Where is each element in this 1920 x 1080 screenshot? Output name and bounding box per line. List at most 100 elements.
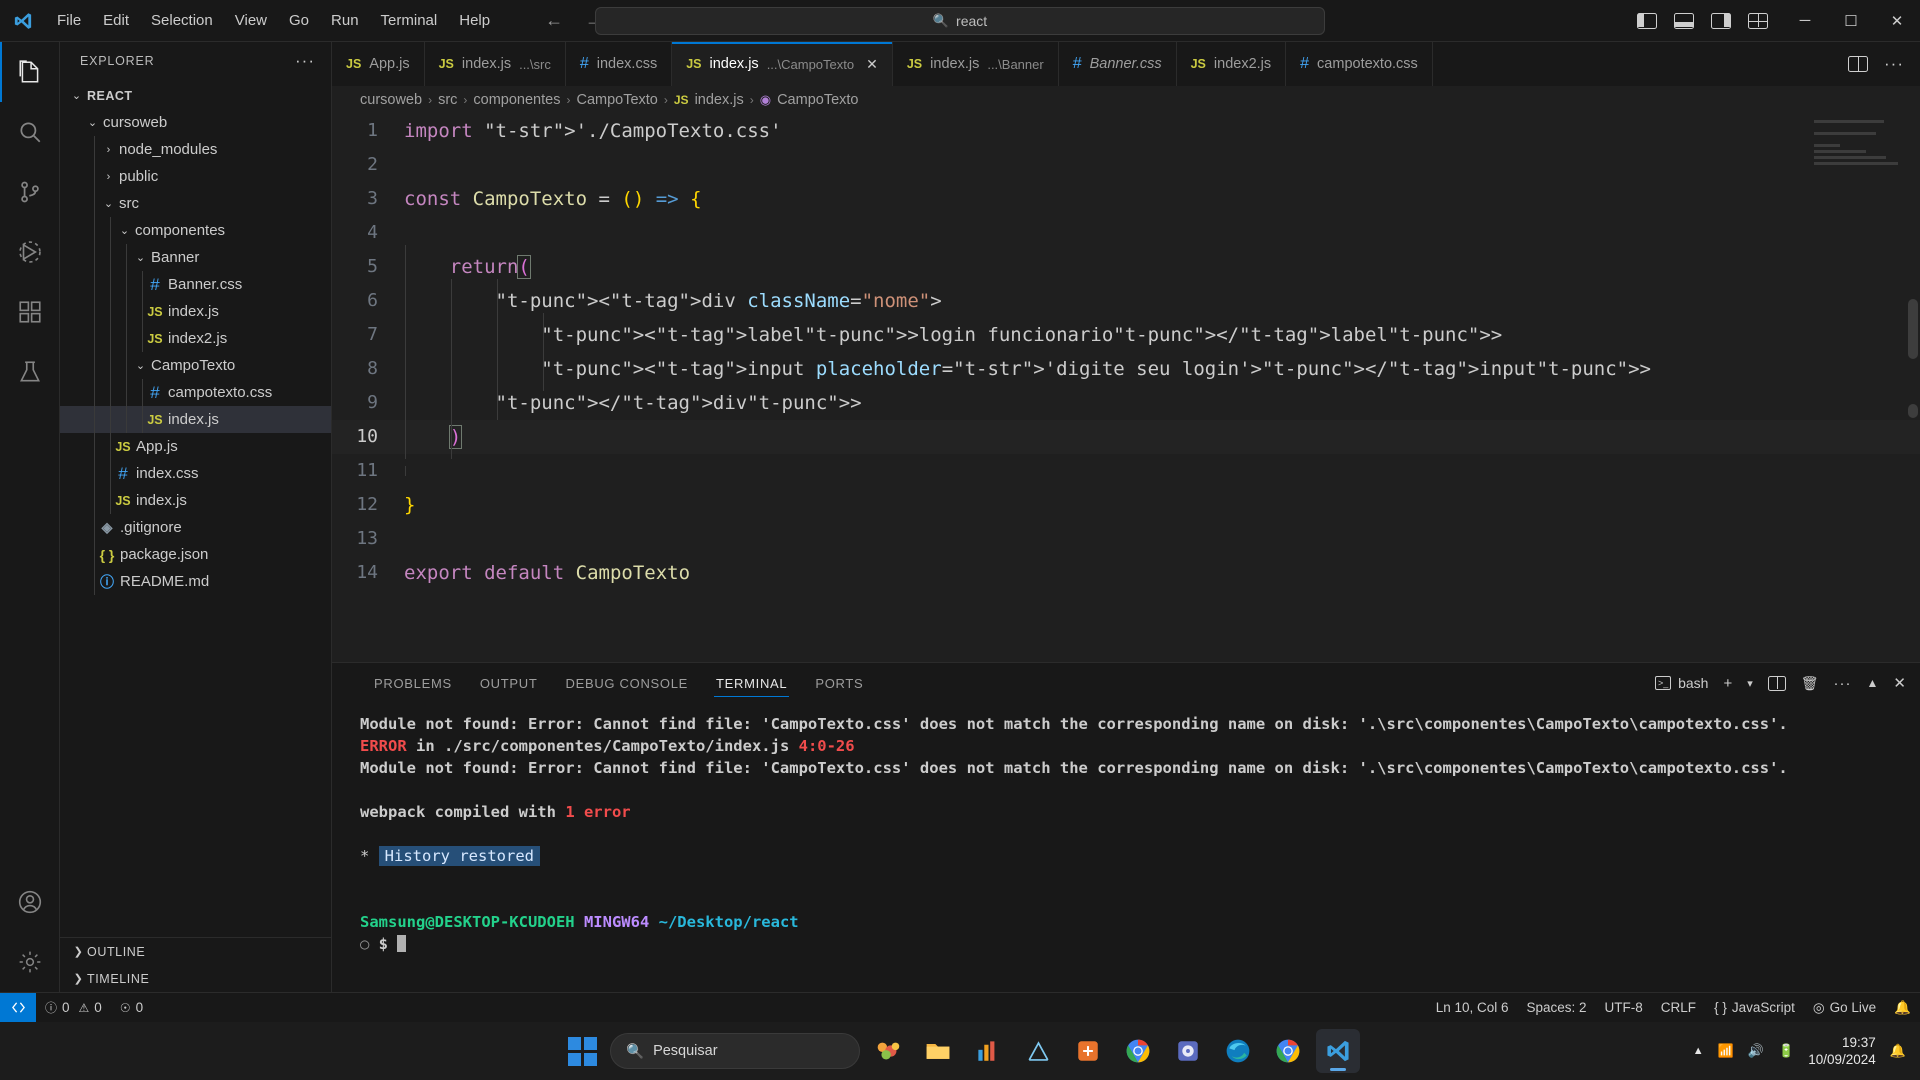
customize-layout-icon[interactable] — [1748, 12, 1768, 29]
menu-edit[interactable]: Edit — [92, 7, 140, 35]
tree-item-index-js[interactable]: JS index.js — [60, 298, 331, 325]
menu-go[interactable]: Go — [278, 7, 320, 35]
code-line[interactable]: 7 "t-punc"><"t-tag">label"t-punc">>login… — [332, 313, 1920, 357]
code-line[interactable]: 12} — [332, 488, 1920, 522]
tree-item-src[interactable]: ⌄ src — [60, 190, 331, 217]
app-orange-icon[interactable] — [1066, 1029, 1110, 1073]
tree-item-index-css[interactable]: # index.css — [60, 460, 331, 487]
split-terminal-icon[interactable] — [1767, 675, 1786, 691]
editor-more-actions-icon[interactable]: ··· — [1884, 54, 1904, 74]
code-line[interactable]: 6 "t-punc"><"t-tag">div className="nome"… — [332, 279, 1920, 323]
tree-item-index-js[interactable]: JS index.js — [60, 487, 331, 514]
activitybar-item-accounts[interactable] — [0, 872, 60, 932]
toggle-primary-sidebar-icon[interactable] — [1637, 12, 1657, 29]
editor-tab-index-js[interactable]: JS index.js ...\src — [424, 42, 566, 86]
breadcrumb-item[interactable]: index.js — [695, 92, 744, 108]
status-language-mode[interactable]: { } JavaScript — [1705, 993, 1804, 1023]
tab-close-icon[interactable]: ✕ — [866, 56, 878, 73]
code-line[interactable]: 5 return( — [332, 245, 1920, 289]
status-cursor-position[interactable]: Ln 10, Col 6 — [1427, 993, 1518, 1023]
breadcrumb-item[interactable]: CampoTexto — [777, 92, 858, 108]
explorer-more-actions-icon[interactable]: ··· — [295, 51, 323, 71]
sidebar-section-timeline[interactable]: ❯ TIMELINE — [60, 965, 331, 992]
chrome-2-icon[interactable] — [1266, 1029, 1310, 1073]
activitybar-item-run-and-debug[interactable] — [0, 222, 60, 282]
maximize-panel-icon[interactable]: ▲ — [1867, 676, 1879, 690]
tree-item-readme-md[interactable]: ⓘ README.md — [60, 568, 331, 595]
menu-selection[interactable]: Selection — [140, 7, 224, 35]
tree-item-banner[interactable]: ⌄ Banner — [60, 244, 331, 271]
show-hidden-icons[interactable]: ▲ — [1693, 1045, 1704, 1057]
window-maximize-button[interactable]: ☐ — [1828, 0, 1874, 42]
chevron-down-icon[interactable]: ▾ — [1747, 677, 1753, 690]
taskbar-clock[interactable]: 19:37 10/09/2024 — [1808, 1034, 1876, 1068]
editor-tab-index-js[interactable]: JS index.js ...\Banner — [892, 42, 1059, 86]
split-editor-icon[interactable] — [1848, 56, 1869, 72]
editor-tab-index-css[interactable]: # index.css — [565, 42, 673, 86]
windows-start-icon[interactable] — [560, 1029, 604, 1073]
tree-item-index2-js[interactable]: JS index2.js — [60, 325, 331, 352]
volume-icon[interactable]: 🔊 — [1748, 1043, 1764, 1059]
tree-item-react[interactable]: ⌄ REACT — [60, 82, 331, 109]
status-eol[interactable]: CRLF — [1652, 993, 1705, 1023]
code-line[interactable]: 13 — [332, 522, 1920, 556]
code-line[interactable]: 3 const CampoTexto = () => { — [332, 182, 1920, 216]
editor-tab-banner-css[interactable]: # Banner.css — [1058, 42, 1177, 86]
terminal-shell-selector[interactable]: >_ bash — [1655, 675, 1708, 691]
sidebar-section-outline[interactable]: ❯ OUTLINE — [60, 938, 331, 965]
toggle-panel-icon[interactable] — [1674, 12, 1694, 29]
remote-window-icon[interactable] — [0, 992, 36, 1023]
notification-center-icon[interactable]: 🔔 — [1890, 1043, 1906, 1059]
kill-terminal-icon[interactable]: 🗑 — [1801, 675, 1819, 692]
code-line[interactable]: 9 "t-punc"></"t-tag">div"t-punc">> — [332, 381, 1920, 425]
window-close-button[interactable]: ✕ — [1874, 0, 1920, 42]
code-line[interactable]: 11 — [332, 454, 1920, 488]
taskbar-search-input[interactable]: 🔍 Pesquisar — [610, 1033, 860, 1069]
status-go-live[interactable]: ◎ Go Live — [1804, 993, 1885, 1023]
close-panel-icon[interactable]: ✕ — [1893, 674, 1906, 692]
vscode-icon[interactable] — [1316, 1029, 1360, 1073]
panel-tab-debug-console[interactable]: DEBUG CONSOLE — [552, 663, 703, 703]
activitybar-item-extensions[interactable] — [0, 282, 60, 342]
edge-icon[interactable] — [1216, 1029, 1260, 1073]
battery-icon[interactable]: 🔋 — [1778, 1043, 1794, 1059]
editor-tab-index-js[interactable]: JS index.js ...\CampoTexto ✕ — [672, 42, 893, 86]
breadcrumb-item[interactable]: componentes — [473, 92, 560, 108]
panel-tab-ports[interactable]: PORTS — [801, 663, 877, 703]
activitybar-item-search[interactable] — [0, 102, 60, 162]
status-indentation[interactable]: Spaces: 2 — [1518, 993, 1596, 1023]
status-notifications[interactable]: 🔔 — [1885, 993, 1920, 1023]
status-ports[interactable]: ☉ 0 — [111, 993, 152, 1023]
tree-item-public[interactable]: › public — [60, 163, 331, 190]
terminal-output[interactable]: Module not found: Error: Cannot find fil… — [332, 703, 1920, 992]
window-minimize-button[interactable]: ─ — [1782, 0, 1828, 42]
tree-item-banner-css[interactable]: # Banner.css — [60, 271, 331, 298]
activitybar-item-settings[interactable] — [0, 932, 60, 992]
widgets-weather-icon[interactable] — [866, 1029, 910, 1073]
tree-item-gitignore[interactable]: ◈ .gitignore — [60, 514, 331, 541]
breadcrumb-item[interactable]: CampoTexto — [576, 92, 657, 108]
editor-tab-app-js[interactable]: JS App.js — [332, 42, 425, 86]
menu-view[interactable]: View — [224, 7, 278, 35]
paint-icon[interactable] — [1016, 1029, 1060, 1073]
media-player-icon[interactable] — [1166, 1029, 1210, 1073]
network-icon[interactable]: 📶 — [1718, 1043, 1734, 1059]
tree-item-node-modules[interactable]: › node_modules — [60, 136, 331, 163]
code-line[interactable]: 10 ) — [332, 415, 1920, 459]
app-store-icon[interactable] — [966, 1029, 1010, 1073]
toggle-secondary-sidebar-icon[interactable] — [1711, 12, 1731, 29]
breadcrumb-item[interactable]: src — [438, 92, 457, 108]
command-center[interactable]: 🔍 react — [595, 6, 1325, 35]
minimap[interactable] — [1814, 120, 1906, 180]
menu-terminal[interactable]: Terminal — [370, 7, 449, 35]
code-editor[interactable]: 1 import "t-str">'./CampoTexto.css' 2 3 cons… — [332, 114, 1920, 662]
code-line[interactable]: 2 — [332, 148, 1920, 182]
activitybar-item-source-control[interactable] — [0, 162, 60, 222]
tree-item-index-js[interactable]: JS index.js — [60, 406, 331, 433]
tree-item-app-js[interactable]: JS App.js — [60, 433, 331, 460]
code-line[interactable]: 4 — [332, 216, 1920, 250]
status-errors-warnings[interactable]: ⓘ 0 ⚠ 0 — [36, 993, 111, 1023]
editor-tab-index2-js[interactable]: JS index2.js — [1176, 42, 1287, 86]
file-explorer-icon[interactable] — [916, 1029, 960, 1073]
navigate-back-icon[interactable]: ← — [545, 10, 563, 31]
